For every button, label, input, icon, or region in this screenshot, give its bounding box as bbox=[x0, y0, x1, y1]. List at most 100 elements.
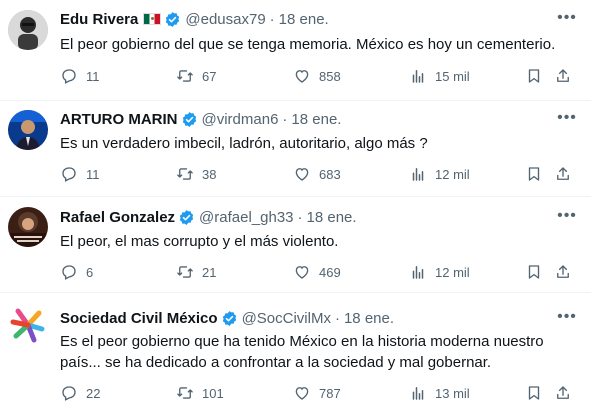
bookmark-icon bbox=[528, 265, 540, 279]
bookmark-icon bbox=[528, 69, 540, 83]
retweet-count: 21 bbox=[202, 264, 217, 280]
bookmark-icon bbox=[528, 167, 540, 181]
like-button[interactable]: 858 bbox=[293, 66, 341, 86]
reply-count: 6 bbox=[86, 264, 94, 280]
reply-icon bbox=[62, 69, 76, 84]
share-button[interactable] bbox=[554, 164, 572, 184]
views-count: 15 mil bbox=[435, 68, 470, 84]
author-name[interactable]: Sociedad Civil México bbox=[60, 310, 218, 327]
bookmark-button[interactable] bbox=[525, 383, 543, 403]
retweet-icon bbox=[177, 70, 193, 82]
views-button[interactable]: 13 mil bbox=[409, 383, 470, 403]
heart-icon bbox=[295, 266, 309, 279]
tweet-text-line: país... se ha dedicado a confrontar a la… bbox=[60, 354, 492, 371]
more-options-icon[interactable]: ••• bbox=[557, 108, 577, 128]
avatar-image bbox=[8, 110, 48, 150]
share-icon bbox=[557, 265, 569, 278]
like-button[interactable]: 683 bbox=[293, 164, 341, 184]
author-name[interactable]: ARTURO MARIN bbox=[60, 111, 178, 128]
reply-button[interactable]: 22 bbox=[60, 383, 100, 403]
tweet-date[interactable]: 18 ene. bbox=[279, 11, 329, 28]
author-handle[interactable]: @SocCivilMx bbox=[242, 310, 331, 327]
views-button[interactable]: 15 mil bbox=[409, 66, 470, 86]
author-name[interactable]: Edu Rivera bbox=[60, 11, 138, 28]
share-button[interactable] bbox=[554, 262, 572, 282]
retweet-icon bbox=[177, 168, 193, 180]
reply-button[interactable]: 11 bbox=[60, 66, 100, 86]
retweet-icon bbox=[177, 387, 193, 399]
bookmark-button[interactable] bbox=[525, 262, 543, 282]
avatar-image bbox=[8, 10, 48, 50]
avatar[interactable] bbox=[8, 10, 48, 50]
reply-button[interactable]: 6 bbox=[60, 262, 93, 282]
retweet-button[interactable]: 21 bbox=[176, 262, 216, 282]
tweet-text: Es un verdadero imbecil, ladrón, autorit… bbox=[60, 135, 428, 152]
tweet[interactable]: Edu Rivera @edusax79 · 18 ene. ••• El pe… bbox=[0, 0, 591, 101]
separator-dot: · bbox=[269, 10, 275, 28]
retweet-button[interactable]: 67 bbox=[176, 66, 216, 86]
views-chart-icon bbox=[412, 266, 424, 279]
verified-badge-icon bbox=[166, 11, 180, 27]
author-handle[interactable]: @edusax79 bbox=[185, 11, 265, 28]
views-chart-icon bbox=[412, 387, 424, 400]
more-options-icon[interactable]: ••• bbox=[557, 206, 577, 226]
like-count: 858 bbox=[319, 68, 341, 84]
tweet[interactable]: Sociedad Civil México @SocCivilMx · 18 e… bbox=[0, 293, 591, 408]
tweet-date[interactable]: 18 ene. bbox=[307, 209, 357, 226]
avatar-image bbox=[8, 207, 48, 247]
views-button[interactable]: 12 mil bbox=[409, 164, 470, 184]
share-icon bbox=[557, 69, 569, 82]
reply-button[interactable]: 11 bbox=[60, 164, 100, 184]
reply-count: 11 bbox=[86, 68, 100, 84]
share-icon bbox=[557, 386, 569, 399]
retweet-button[interactable]: 38 bbox=[176, 164, 216, 184]
reply-icon bbox=[62, 386, 76, 401]
reply-count: 22 bbox=[86, 385, 101, 401]
share-icon bbox=[557, 167, 569, 180]
views-chart-icon bbox=[412, 70, 424, 83]
separator-dot: · bbox=[334, 309, 340, 327]
avatar[interactable] bbox=[8, 207, 48, 247]
bookmark-button[interactable] bbox=[525, 164, 543, 184]
views-count: 12 mil bbox=[435, 166, 470, 182]
tweet-text: Es el peor gobierno que ha tenido México… bbox=[60, 331, 575, 373]
tweet-date[interactable]: 18 ene. bbox=[291, 111, 341, 128]
bookmark-icon bbox=[528, 386, 540, 400]
mexico-flag-icon bbox=[143, 13, 162, 25]
like-count: 683 bbox=[319, 166, 341, 182]
bookmark-button[interactable] bbox=[525, 66, 543, 86]
reply-count: 11 bbox=[86, 166, 100, 182]
like-button[interactable]: 787 bbox=[293, 383, 341, 403]
separator-dot: · bbox=[282, 110, 288, 128]
author-handle[interactable]: @rafael_gh33 bbox=[199, 209, 293, 226]
tweet-text-line: Es el peor gobierno que ha tenido México… bbox=[60, 333, 544, 350]
avatar[interactable] bbox=[8, 110, 48, 150]
views-button[interactable]: 12 mil bbox=[409, 262, 470, 282]
share-button[interactable] bbox=[554, 66, 572, 86]
share-button[interactable] bbox=[554, 383, 572, 403]
tweet-text: El peor, el mas corrupto y el más violen… bbox=[60, 233, 339, 250]
tweet[interactable]: ARTURO MARIN @virdman6 · 18 ene. ••• Es … bbox=[0, 101, 591, 197]
views-count: 12 mil bbox=[435, 264, 470, 280]
retweet-count: 38 bbox=[202, 166, 217, 182]
retweet-button[interactable]: 101 bbox=[176, 383, 224, 403]
tweet-date[interactable]: 18 ene. bbox=[344, 310, 394, 327]
reply-icon bbox=[62, 167, 76, 182]
like-count: 787 bbox=[319, 385, 341, 401]
author-handle[interactable]: @virdman6 bbox=[202, 111, 279, 128]
more-options-icon[interactable]: ••• bbox=[557, 307, 577, 327]
heart-icon bbox=[295, 387, 309, 400]
views-count: 13 mil bbox=[435, 385, 470, 401]
more-options-icon[interactable]: ••• bbox=[557, 8, 577, 28]
retweet-count: 101 bbox=[202, 385, 224, 401]
tweet[interactable]: Rafael Gonzalez @rafael_gh33 · 18 ene. •… bbox=[0, 197, 591, 293]
avatar[interactable] bbox=[8, 305, 48, 345]
heart-icon bbox=[295, 70, 309, 83]
views-chart-icon bbox=[412, 168, 424, 181]
retweet-icon bbox=[177, 266, 193, 278]
verified-badge-icon bbox=[222, 310, 236, 326]
retweet-count: 67 bbox=[202, 68, 217, 84]
tweet-text: El peor gobierno del que se tenga memori… bbox=[60, 36, 556, 53]
author-name[interactable]: Rafael Gonzalez bbox=[60, 209, 175, 226]
like-button[interactable]: 469 bbox=[293, 262, 341, 282]
